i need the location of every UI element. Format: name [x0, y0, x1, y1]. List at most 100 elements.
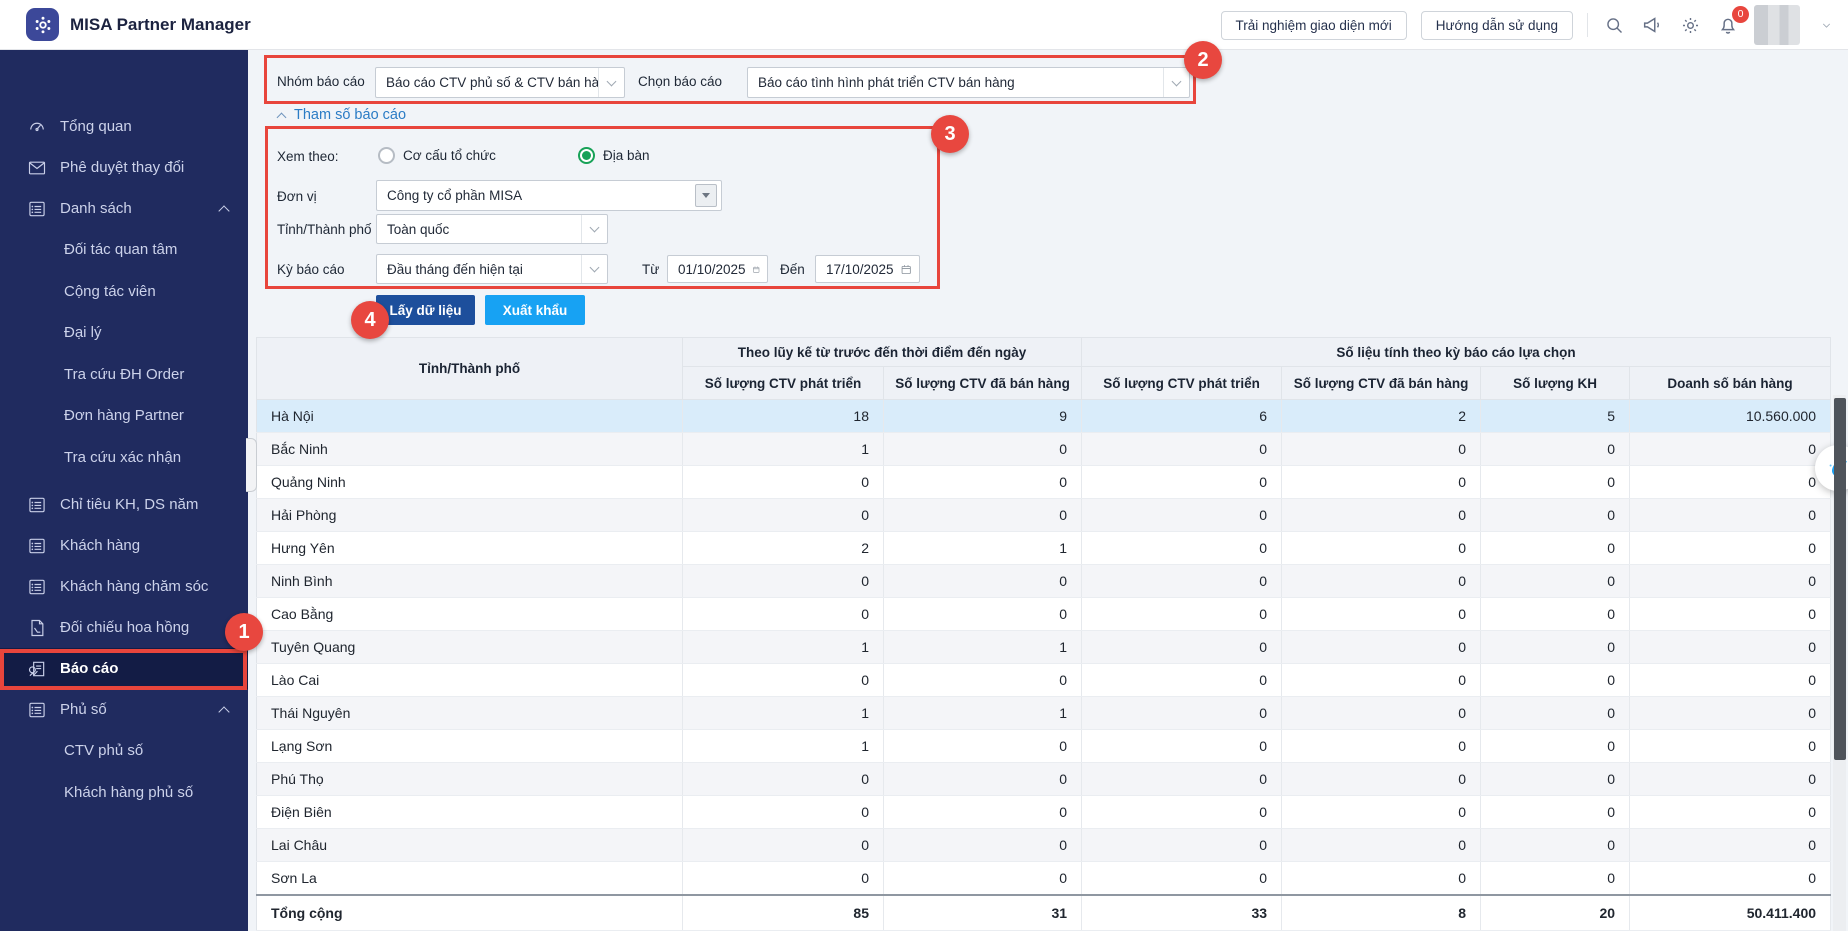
- params-section-toggle[interactable]: Tham số báo cáo: [276, 107, 406, 123]
- main-content: Nhóm báo cáo Báo cáo CTV phủ số & CTV bá…: [248, 50, 1848, 931]
- value-cell: 0: [682, 828, 884, 862]
- table-row-7[interactable]: Tuyên Quang 1 1 0 0 0 0: [256, 630, 1832, 664]
- col-subheader-5: Doanh số bán hàng: [1629, 366, 1832, 400]
- calendar-icon: [752, 266, 759, 273]
- sidebar-item-4[interactable]: Cộng tác viên: [0, 271, 248, 313]
- table-row-11[interactable]: Phú Thọ 0 0 0 0 0 0: [256, 762, 1832, 796]
- table-row-8[interactable]: Lào Cai 0 0 0 0 0 0: [256, 663, 1832, 697]
- sidebar-item-11[interactable]: Khách hàng chăm sóc: [0, 566, 248, 607]
- report-table-wrap: Tỉnh/Thành phố Theo lũy kế từ trước đến t…: [256, 337, 1832, 931]
- value-cell: 0: [1480, 432, 1631, 466]
- value-cell: 0: [1281, 630, 1482, 664]
- sidebar-item-label: Đối tác quan tâm: [64, 241, 178, 259]
- value-cell: 0: [883, 564, 1083, 598]
- province-select[interactable]: Toàn quốc: [376, 214, 608, 244]
- value-cell: 0: [1281, 531, 1482, 565]
- province-cell: Phú Thọ: [256, 762, 683, 796]
- table-row-1[interactable]: Bắc Ninh 1 0 0 0 0 0: [256, 432, 1832, 466]
- chevron-down-icon[interactable]: [1814, 13, 1838, 37]
- table-row-10[interactable]: Lạng Sơn 1 0 0 0 0 0: [256, 729, 1832, 763]
- sidebar-item-2[interactable]: Danh sách: [0, 188, 248, 229]
- calendar-icon: [901, 264, 911, 274]
- sidebar-item-9[interactable]: Chỉ tiêu KH, DS năm: [0, 484, 248, 525]
- sidebar-item-7[interactable]: Đơn hàng Partner: [0, 395, 248, 437]
- province-value: Toàn quốc: [387, 221, 450, 237]
- search-icon[interactable]: [1602, 13, 1626, 37]
- sidebar-item-3[interactable]: Đối tác quan tâm: [0, 229, 248, 271]
- user-guide-button[interactable]: Hướng dẫn sử dụng: [1420, 10, 1573, 40]
- chevron-up-icon: [276, 112, 287, 122]
- value-cell: 1: [883, 630, 1083, 664]
- col-subheader-0: Số lượng CTV phát triển: [682, 366, 884, 400]
- table-row-4[interactable]: Hưng Yên 2 1 0 0 0 0: [256, 531, 1832, 565]
- sidebar-item-1[interactable]: Phê duyệt thay đổi: [0, 147, 248, 188]
- col-group-period: Số liệu tính theo kỳ báo cáo lựa chọn: [1081, 337, 1832, 367]
- col-subheader-4: Số lượng KH: [1480, 366, 1631, 400]
- value-cell: 0: [1629, 432, 1832, 466]
- value-cell: 0: [1480, 828, 1631, 862]
- sidebar-item-8[interactable]: Tra cứu xác nhận: [0, 437, 248, 479]
- table-total-row: Tổng cộng 85 31 33 8 20 50.411.400: [256, 893, 1832, 931]
- table-row-12[interactable]: Điện Biên 0 0 0 0 0 0: [256, 795, 1832, 829]
- get-data-button[interactable]: Lấy dữ liệu: [376, 295, 475, 325]
- total-value-cell: 20: [1480, 893, 1631, 931]
- sidebar-item-6[interactable]: Tra cứu ĐH Order: [0, 354, 248, 396]
- table-row-3[interactable]: Hải Phòng 0 0 0 0 0 0: [256, 498, 1832, 532]
- total-value-cell: 8: [1281, 893, 1482, 931]
- unit-value: Công ty cổ phần MISA: [387, 188, 523, 203]
- vertical-scrollbar-thumb[interactable]: [1834, 398, 1846, 760]
- value-cell: 0: [1081, 531, 1283, 565]
- period-select[interactable]: Đầu tháng đến hiện tại: [376, 254, 608, 284]
- sidebar-item-15[interactable]: CTV phủ số: [0, 730, 248, 772]
- value-cell: 0: [1281, 465, 1482, 499]
- value-cell: 0: [1480, 465, 1631, 499]
- table-row-13[interactable]: Lai Châu 0 0 0 0 0 0: [256, 828, 1832, 862]
- value-cell: 0: [1081, 597, 1283, 631]
- sidebar-item-0[interactable]: Tổng quan: [0, 106, 248, 147]
- export-button[interactable]: Xuất khẩu: [485, 295, 585, 325]
- value-cell: 0: [1629, 696, 1832, 730]
- table-row-5[interactable]: Ninh Bình 0 0 0 0 0 0: [256, 564, 1832, 598]
- radio-org-structure[interactable]: Cơ cấu tổ chức: [378, 147, 496, 164]
- sidebar-collapse-handle[interactable]: [246, 438, 257, 492]
- sidebar-item-label: Tra cứu xác nhận: [64, 448, 182, 466]
- megaphone-icon[interactable]: [1640, 13, 1664, 37]
- sidebar-item-13[interactable]: Báo cáo: [0, 648, 248, 689]
- mail-icon: [26, 157, 47, 178]
- avatar[interactable]: [1754, 5, 1800, 45]
- sidebar-item-16[interactable]: Khách hàng phủ số: [0, 772, 248, 814]
- total-label-cell: Tổng cộng: [256, 893, 683, 931]
- chevron-down-icon: [581, 215, 607, 243]
- value-cell: 0: [1281, 432, 1482, 466]
- sidebar-menu: Tổng quan Phê duyệt thay đổi Danh sách Đối …: [0, 50, 248, 813]
- combo-dropdown-button[interactable]: [695, 184, 717, 207]
- table-row-2[interactable]: Quảng Ninh 0 0 0 0 0 0: [256, 465, 1832, 499]
- value-cell: 0: [1629, 762, 1832, 796]
- notifications-button[interactable]: 0: [1716, 6, 1749, 37]
- sidebar-item-label: Khách hàng: [60, 537, 141, 554]
- from-date-input[interactable]: 01/10/2025: [667, 255, 768, 283]
- unit-combo[interactable]: Công ty cổ phần MISA: [376, 180, 722, 211]
- value-cell: 0: [1480, 861, 1631, 895]
- table-row-9[interactable]: Thái Nguyên 1 1 0 0 0 0: [256, 696, 1832, 730]
- from-label: Từ: [642, 262, 660, 277]
- value-cell: 0: [1629, 465, 1832, 499]
- value-cell: 0: [1281, 696, 1482, 730]
- report-group-select[interactable]: Báo cáo CTV phủ số & CTV bán hàng: [375, 67, 625, 98]
- table-row-6[interactable]: Cao Bằng 0 0 0 0 0 0: [256, 597, 1832, 631]
- sidebar-item-5[interactable]: Đại lý: [0, 312, 248, 354]
- province-cell: Lạng Sơn: [256, 729, 683, 763]
- value-cell: 2: [1281, 399, 1482, 433]
- sidebar-item-14[interactable]: Phủ số: [0, 689, 248, 730]
- radio-area[interactable]: Địa bàn: [578, 147, 650, 164]
- try-new-ui-button[interactable]: Trải nghiệm giao diện mới: [1220, 10, 1407, 40]
- report-select[interactable]: Báo cáo tình hình phát triển CTV bán hàn…: [747, 67, 1190, 98]
- table-row-0[interactable]: Hà Nội 18 9 6 2 5 10.560.000: [256, 399, 1832, 433]
- value-cell: 0: [1281, 861, 1482, 895]
- to-date-input[interactable]: 17/10/2025: [815, 255, 920, 283]
- sidebar-item-10[interactable]: Khách hàng: [0, 525, 248, 566]
- table-row-14[interactable]: Sơn La 0 0 0 0 0 0: [256, 861, 1832, 895]
- gear-icon[interactable]: [1678, 13, 1702, 37]
- sidebar-item-12[interactable]: Đối chiếu hoa hồng: [0, 607, 248, 648]
- report-select-label: Chọn báo cáo: [638, 74, 723, 89]
